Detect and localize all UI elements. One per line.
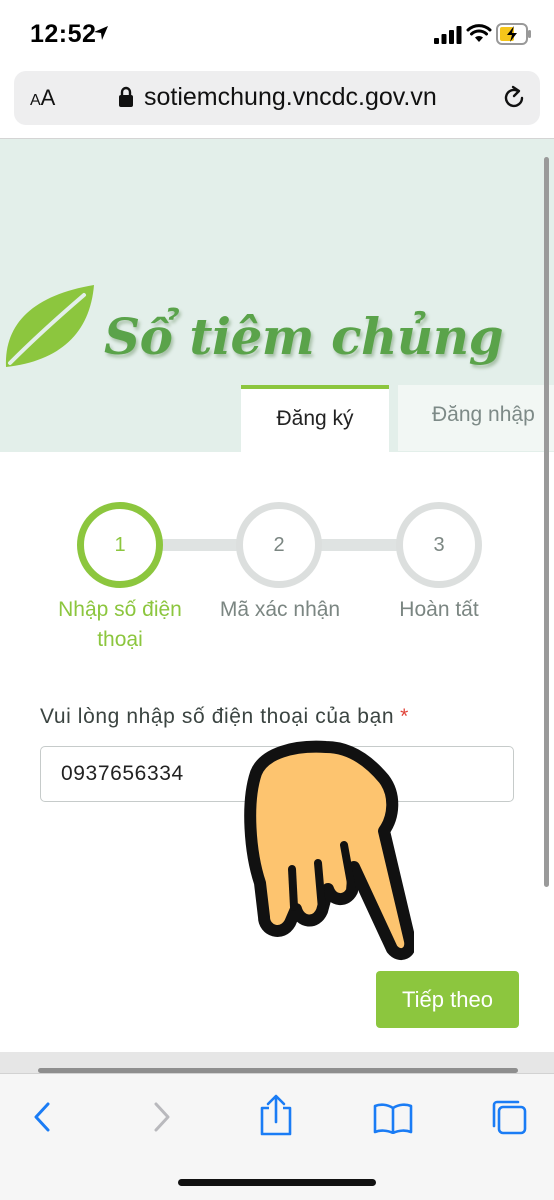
url-text[interactable]: sotiemchung.vncdc.gov.vn [144, 83, 437, 112]
lock-icon [119, 86, 133, 107]
tab-login[interactable]: Đăng nhập [398, 385, 554, 451]
location-arrow-icon [94, 26, 108, 40]
wifi-icon [466, 24, 492, 42]
step-connector [158, 539, 242, 551]
battery-charging-icon [496, 23, 531, 45]
address-bar[interactable]: AA sotiemchung.vncdc.gov.vn [14, 71, 540, 125]
hand-pointer-icon [244, 740, 414, 960]
step-3-circle: 3 [396, 502, 482, 588]
next-button[interactable]: Tiếp theo [376, 971, 519, 1028]
leaf-icon [5, 285, 94, 367]
signal-icon [434, 26, 462, 44]
bookmarks-icon[interactable] [373, 1102, 413, 1134]
forward-icon[interactable] [148, 1100, 174, 1134]
page-scrollbar[interactable] [544, 157, 549, 887]
step-connector [318, 539, 402, 551]
status-bar: 12:52 [0, 0, 554, 68]
bottom-toolbar [0, 1052, 554, 1200]
status-time: 12:52 [30, 20, 97, 48]
step-3-label: Hoàn tất [399, 598, 479, 621]
text-size-button[interactable]: AA [30, 85, 55, 111]
step-2-label: Mã xác nhận [219, 598, 341, 621]
required-marker: * [400, 705, 409, 728]
back-icon[interactable] [30, 1100, 56, 1134]
phone-field-label: Vui lòng nhập số điện thoại của bạn * [40, 705, 409, 728]
web-page: Sổ tiêm chủng Đăng ký Đăng nhập 1 2 3 Nh… [0, 139, 554, 1051]
home-indicator[interactable] [178, 1179, 376, 1186]
horizontal-scroll-indicator [38, 1068, 518, 1073]
step-1-label: Nhập số điện thoại [58, 598, 182, 651]
tab-register[interactable]: Đăng ký [241, 385, 389, 455]
share-icon[interactable] [258, 1094, 294, 1136]
tabs-icon[interactable] [490, 1098, 528, 1136]
reload-icon[interactable] [500, 84, 528, 112]
step-2-circle: 2 [236, 502, 322, 588]
brand-title: Sổ tiêm chủng [104, 307, 504, 366]
step-1-circle: 1 [77, 502, 163, 588]
